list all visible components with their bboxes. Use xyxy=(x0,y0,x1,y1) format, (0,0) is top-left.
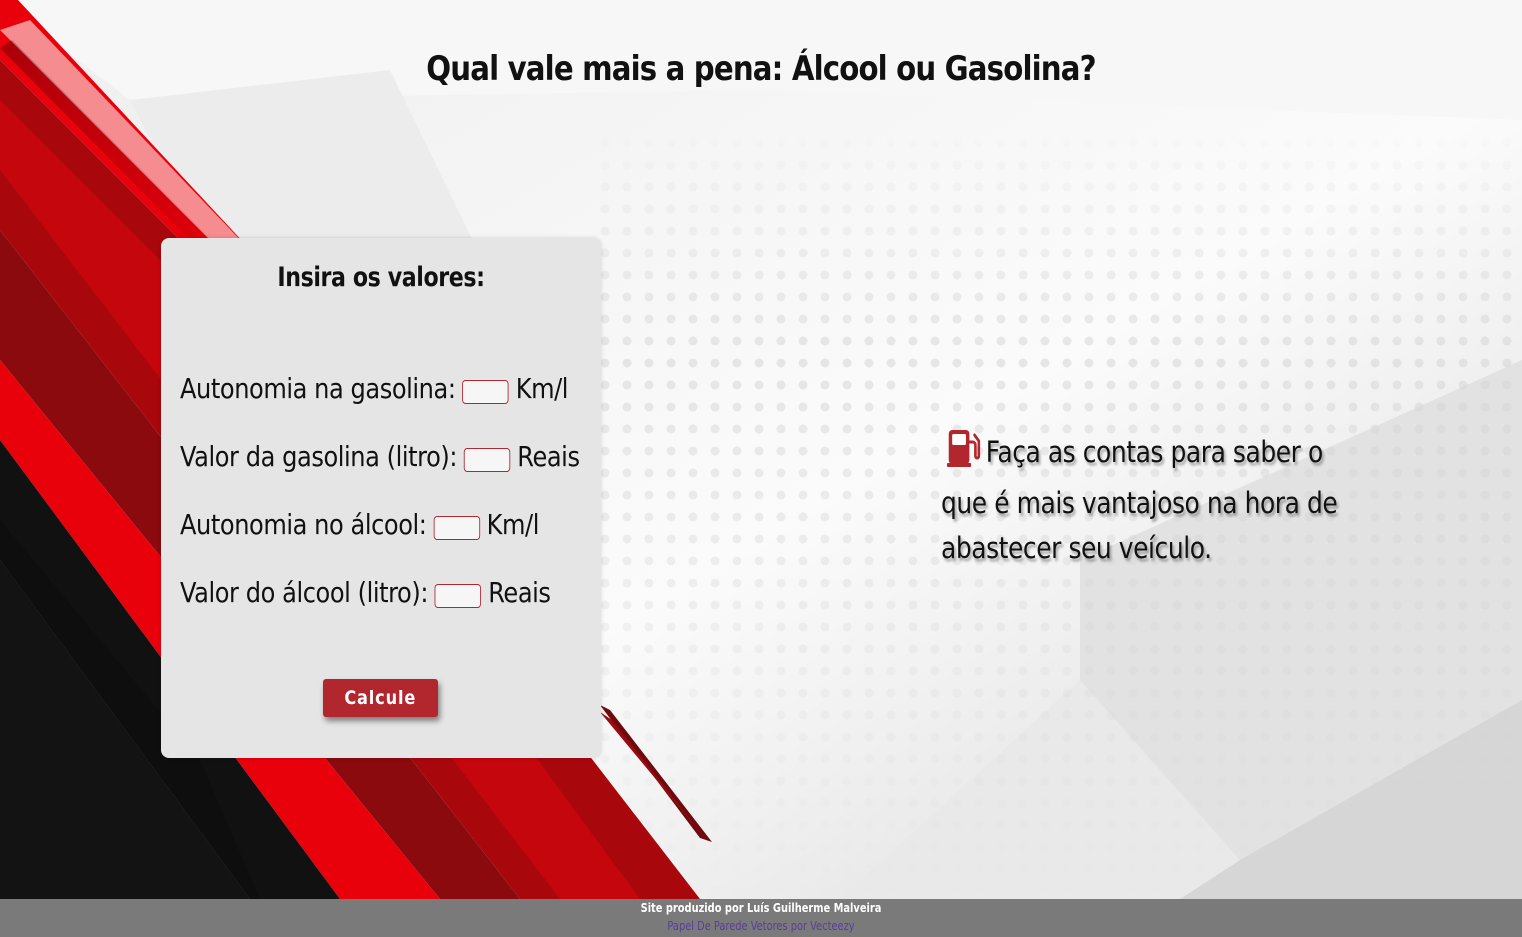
footer-credit: Site produzido por Luís Guilherme Malvei… xyxy=(640,901,882,915)
gas-pump-icon xyxy=(946,428,981,481)
gasoline-price-input[interactable] xyxy=(463,448,511,472)
gasoline-autonomy-input[interactable] xyxy=(462,380,509,404)
fuel-form-card: Insira os valores: Autonomia na gasolina… xyxy=(161,238,601,758)
gasoline-autonomy-unit: Km/l xyxy=(515,371,569,405)
alcohol-price-input[interactable] xyxy=(434,584,482,608)
alcohol-autonomy-unit: Km/l xyxy=(486,507,540,541)
gasoline-autonomy-row: Autonomia na gasolina: Km/l xyxy=(180,368,568,408)
info-text: Faça as contas para saber o que é mais v… xyxy=(941,435,1338,565)
gasoline-autonomy-label: Autonomia na gasolina: xyxy=(180,371,456,405)
info-panel: Faça as contas para saber o que é mais v… xyxy=(941,428,1361,571)
form-heading: Insira os valores: xyxy=(277,262,485,293)
calculate-button[interactable]: Calcule xyxy=(323,679,438,717)
gasoline-price-label: Valor da gasolina (litro): xyxy=(180,439,458,473)
alcohol-autonomy-input[interactable] xyxy=(433,516,480,540)
gasoline-price-row: Valor da gasolina (litro): Reais xyxy=(180,436,580,476)
alcohol-autonomy-label: Autonomia no álcool: xyxy=(180,507,427,541)
page-title: Qual vale mais a pena: Álcool ou Gasolin… xyxy=(426,48,1096,89)
gasoline-price-unit: Reais xyxy=(517,439,580,473)
wallpaper-credit-link[interactable]: Papel De Parede Vetores por Vecteezy xyxy=(137,919,1385,933)
alcohol-price-unit: Reais xyxy=(488,575,551,609)
alcohol-autonomy-row: Autonomia no álcool: Km/l xyxy=(180,504,539,544)
alcohol-price-row: Valor do álcool (litro): Reais xyxy=(180,572,551,612)
calculate-button-label: Calcule xyxy=(344,687,417,709)
alcohol-price-label: Valor do álcool (litro): xyxy=(180,575,429,609)
page-footer: Site produzido por Luís Guilherme Malvei… xyxy=(0,899,1522,937)
